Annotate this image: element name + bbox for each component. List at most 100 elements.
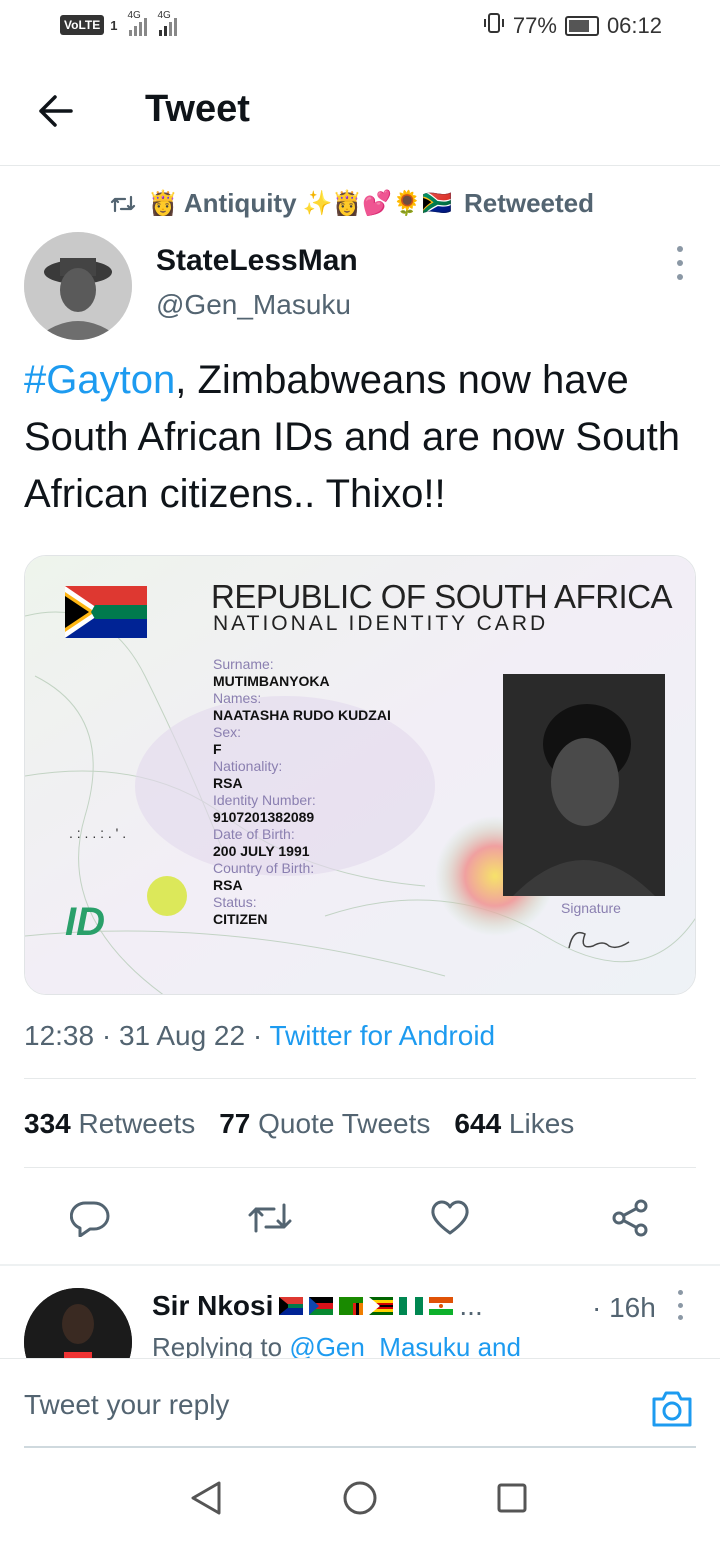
quotes-stat[interactable]: 77 Quote Tweets	[219, 1108, 430, 1140]
reply-button[interactable]	[60, 1188, 120, 1248]
field-label: Date of Birth:	[213, 826, 295, 842]
retweeted-by[interactable]: 👸 Antiquity ✨👸💕🌻🇿🇦 Retweeted	[110, 188, 594, 219]
tweet-source-link[interactable]: Twitter for Android	[269, 1020, 495, 1051]
niger-flag-icon	[429, 1297, 454, 1315]
field-value: 9107201382089	[213, 809, 315, 825]
author-avatar[interactable]	[24, 232, 132, 340]
clock: 06:12	[606, 13, 662, 38]
signal-icon-2: 4G	[157, 10, 178, 36]
divider	[24, 1078, 696, 1079]
reply-tweet[interactable]: Sir Nkosi ... · 16h Replying to @Gen_Mas…	[0, 1266, 720, 1358]
network-type-2: 4G	[157, 10, 171, 21]
south-sudan-flag-icon	[309, 1297, 334, 1315]
nav-home-button[interactable]	[340, 1478, 380, 1518]
reply-author-name[interactable]: Sir Nkosi ...	[152, 1290, 483, 1322]
id-photo	[503, 674, 665, 896]
replying-to: Replying to @Gen_Masuku and	[152, 1332, 521, 1358]
author-display-name[interactable]: StateLessMan	[156, 244, 358, 278]
signal-icon: 4G	[127, 10, 148, 36]
circle-home-icon	[343, 1481, 377, 1515]
emoji-group: ✨👸💕🌻🇿🇦	[302, 190, 452, 217]
quotes-label: Quote Tweets	[258, 1108, 431, 1139]
retweets-count: 334	[24, 1108, 71, 1139]
field-value: MUTIMBANYOKA	[213, 673, 330, 689]
zambia-flag-icon	[339, 1297, 364, 1315]
battery-percent: 77%	[512, 13, 557, 38]
id-logo: ID	[65, 900, 105, 944]
status-right: 77% 06:12	[483, 12, 662, 40]
field-label: Names:	[213, 690, 262, 706]
camera-icon	[652, 1391, 692, 1427]
dot-icon	[677, 246, 683, 252]
field-label: Sex:	[213, 724, 242, 740]
tweet-image[interactable]: . : . . : . ' . REPUBLIC OF SOUTH AFRICA…	[24, 555, 696, 995]
back-button[interactable]	[30, 86, 80, 136]
reply-input[interactable]	[24, 1389, 584, 1421]
field-label: Identity Number:	[213, 792, 316, 808]
dot-icon	[677, 1302, 683, 1308]
field-value: RSA	[213, 877, 243, 893]
name-ellipsis: ...	[459, 1290, 483, 1321]
svg-text:. : . . : . ' .: . : . . : . ' .	[69, 825, 126, 841]
likes-stat[interactable]: 644 Likes	[454, 1108, 574, 1140]
share-button[interactable]	[600, 1188, 660, 1248]
likes-count: 644	[454, 1108, 502, 1139]
field-value: CITIZEN	[213, 911, 268, 927]
field-value: F	[213, 741, 222, 757]
camera-button[interactable]	[650, 1389, 694, 1429]
reply-icon	[70, 1201, 110, 1237]
field-value: 200 JULY 1991	[213, 843, 310, 859]
page-title: Tweet	[145, 88, 250, 130]
retweet-icon	[110, 195, 136, 212]
dot-icon	[677, 260, 683, 266]
retweeter-name: 👸 Antiquity ✨👸💕🌻🇿🇦	[148, 188, 452, 219]
reply-more-button[interactable]	[668, 1290, 692, 1320]
retweeted-label: Retweeted	[463, 188, 595, 218]
retweet-icon	[248, 1203, 292, 1233]
field-label: Status:	[213, 894, 257, 910]
battery-icon	[564, 16, 599, 36]
vibrate-icon	[483, 12, 505, 40]
top-app-bar: Tweet	[0, 56, 720, 166]
id-card-fields: Surname: MUTIMBANYOKA Names: NAATASHA RU…	[213, 656, 391, 928]
like-button[interactable]	[420, 1188, 480, 1248]
reply-author-label: Sir Nkosi	[152, 1290, 274, 1321]
system-nav-bar	[0, 1450, 720, 1541]
reply-time: · 16h	[592, 1292, 656, 1323]
dot-icon	[677, 274, 683, 280]
triangle-back-icon	[191, 1481, 221, 1515]
field-value: RSA	[213, 775, 243, 791]
replying-to-link[interactable]: @Gen_Masuku and	[289, 1332, 521, 1358]
author-handle[interactable]: @Gen_Masuku	[156, 289, 351, 321]
tweet-actions	[0, 1188, 720, 1248]
like-icon	[431, 1200, 469, 1235]
field-value: NAATASHA RUDO KUDZAI	[213, 707, 391, 723]
field-label: Country of Birth:	[213, 860, 315, 876]
hashtag-link[interactable]: #Gayton	[24, 358, 175, 402]
status-bar: VoLTE 1 4G 4G 77% 06:12	[0, 0, 720, 56]
tweet-timestamp: 12:38 · 31 Aug 22 ·	[24, 1020, 270, 1051]
input-underline	[24, 1446, 696, 1448]
share-icon	[612, 1199, 648, 1237]
divider	[24, 1167, 696, 1168]
volte-badge: VoLTE	[60, 15, 105, 35]
id-card-subtitle: NATIONAL IDENTITY CARD	[213, 612, 549, 635]
dot-icon	[677, 1315, 683, 1320]
replying-prefix: Replying to	[152, 1332, 290, 1358]
field-label: Surname:	[213, 656, 274, 672]
reply-avatar[interactable]	[24, 1288, 132, 1358]
square-recents-icon	[497, 1483, 527, 1513]
nav-back-button[interactable]	[186, 1478, 226, 1518]
zimbabwe-flag-icon	[369, 1297, 394, 1315]
arrow-left-icon	[39, 95, 73, 127]
retweeter-label: Antiquity	[183, 188, 297, 218]
nigeria-flag-icon	[399, 1297, 424, 1315]
nav-recents-button[interactable]	[492, 1478, 532, 1518]
dot-icon	[677, 1290, 683, 1295]
tweet-meta: 12:38 · 31 Aug 22 · Twitter for Android	[24, 1020, 495, 1052]
retweets-stat[interactable]: 334 Retweets	[24, 1108, 195, 1140]
signal-group: VoLTE 1 4G 4G	[60, 10, 178, 36]
retweet-button[interactable]	[240, 1188, 300, 1248]
more-options-button[interactable]	[668, 246, 692, 280]
tweet-text: #Gayton, Zimbabweans now have South Afri…	[24, 352, 704, 523]
